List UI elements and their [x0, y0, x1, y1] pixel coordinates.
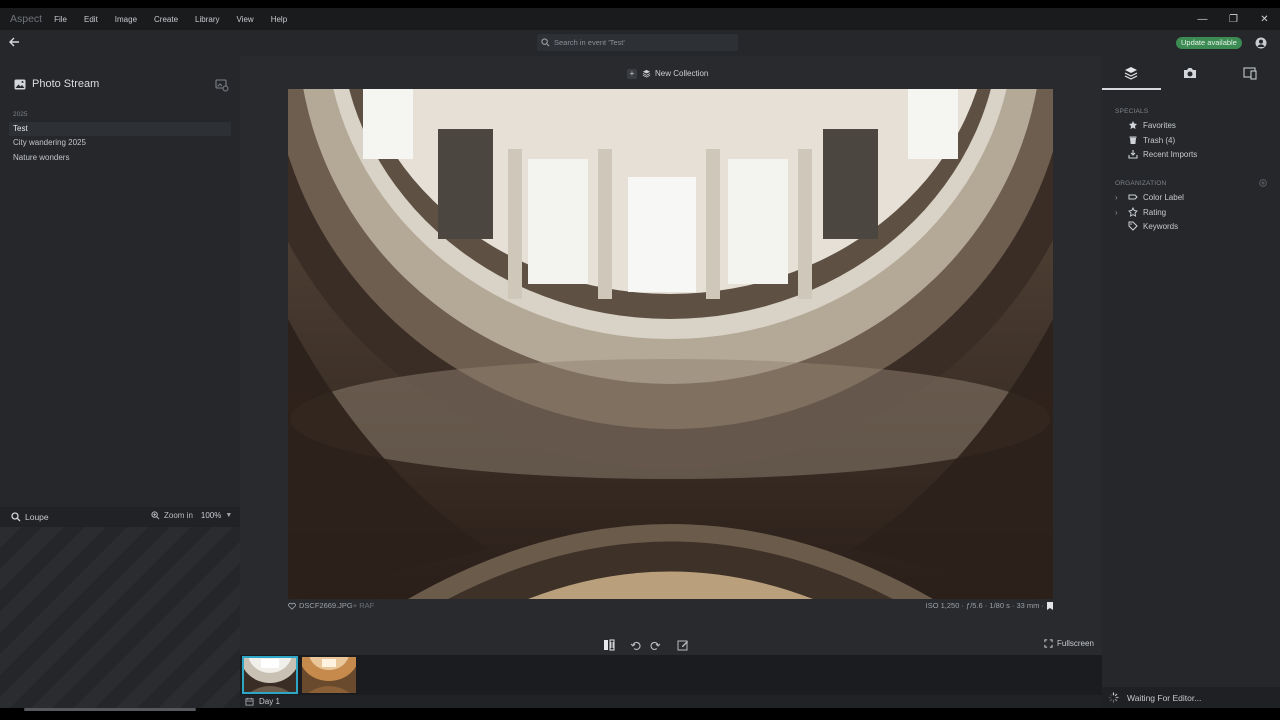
- rotate-left-icon[interactable]: [630, 639, 642, 651]
- recent-imports-item[interactable]: Recent Imports: [1128, 148, 1197, 160]
- restore-icon[interactable]: ❐: [1218, 8, 1249, 30]
- keywords-label: Keywords: [1143, 221, 1179, 231]
- file-name: DSCF2669.JPG: [299, 601, 353, 610]
- app-name: Aspect: [10, 13, 43, 25]
- menu-view[interactable]: View: [237, 15, 254, 24]
- organization-label: ORGANIZATION: [1115, 180, 1167, 187]
- color-label-item[interactable]: Color Label: [1128, 191, 1184, 203]
- trash-icon: [1129, 136, 1137, 144]
- right-panel-tabs: [1102, 56, 1280, 90]
- keywords-item[interactable]: Keywords: [1128, 220, 1178, 232]
- thumbnail-1[interactable]: [242, 656, 298, 694]
- menu-edit[interactable]: Edit: [84, 15, 98, 24]
- loupe-bar: Loupe Zoom in 100% ▼: [0, 507, 240, 527]
- viewer-controls: Fullscreen: [240, 634, 1102, 655]
- zoom-in-icon: [151, 511, 160, 520]
- photo-stream-title: Photo Stream: [32, 78, 100, 90]
- trash-label: Trash (4): [1143, 135, 1176, 145]
- rating-item[interactable]: Rating: [1128, 206, 1166, 218]
- plus-icon: +: [627, 68, 637, 79]
- search-icon: [541, 38, 550, 47]
- status-text: Waiting For Editor...: [1127, 692, 1202, 703]
- search-input[interactable]: [554, 38, 724, 47]
- new-collection-label: New Collection: [655, 69, 709, 78]
- menu-bar: File Edit Image Create Library View Help: [54, 15, 304, 24]
- horizontal-scrollbar[interactable]: [24, 708, 196, 711]
- fullscreen-label: Fullscreen: [1057, 639, 1094, 648]
- fullscreen-icon: [1044, 639, 1053, 648]
- recent-imports-label: Recent Imports: [1143, 149, 1198, 159]
- favorites-label: Favorites: [1143, 120, 1176, 130]
- collection-stack-icon: [642, 69, 651, 78]
- tag-icon: [1128, 221, 1138, 231]
- chevron-right-icon[interactable]: ›: [1115, 193, 1118, 202]
- close-icon[interactable]: ✕: [1249, 8, 1280, 30]
- photo-stream-icon: [14, 79, 26, 89]
- account-icon[interactable]: [1255, 37, 1267, 49]
- edit-icon[interactable]: [677, 639, 689, 651]
- menu-file[interactable]: File: [54, 15, 67, 24]
- loupe-icon: [11, 512, 21, 522]
- heart-icon[interactable]: [288, 602, 296, 610]
- window-controls: — ❐ ✕: [1187, 8, 1280, 30]
- chevron-right-icon[interactable]: ›: [1115, 208, 1118, 217]
- active-tab-indicator: [1102, 88, 1161, 90]
- color-label-icon: [1128, 194, 1138, 200]
- photo-stream-header[interactable]: Photo Stream: [14, 78, 99, 90]
- thumbnail-2[interactable]: [302, 657, 356, 693]
- menu-library[interactable]: Library: [195, 15, 219, 24]
- camera-icon[interactable]: [1182, 65, 1198, 81]
- menu-create[interactable]: Create: [154, 15, 178, 24]
- devices-icon[interactable]: [1242, 65, 1258, 81]
- day-label: Day 1: [259, 697, 280, 706]
- toolbar: Update available: [0, 30, 1280, 56]
- minimize-icon[interactable]: —: [1187, 8, 1218, 30]
- import-settings-icon[interactable]: [215, 78, 229, 92]
- fullscreen-button[interactable]: Fullscreen: [1044, 639, 1094, 648]
- loupe-preview: [0, 527, 240, 708]
- year-label: 2025: [13, 111, 28, 118]
- zoom-value: 100%: [200, 511, 222, 520]
- right-sidebar: SPECIALS Favorites Trash (4) Recent Impo…: [1102, 56, 1280, 708]
- update-available-button[interactable]: Update available: [1176, 37, 1242, 49]
- event-item-test[interactable]: Test: [9, 122, 231, 136]
- menu-help[interactable]: Help: [271, 15, 287, 24]
- back-arrow-icon[interactable]: [7, 35, 21, 49]
- zoom-label: Zoom in: [164, 511, 193, 520]
- rating-label: Rating: [1143, 207, 1167, 217]
- star-icon: [1128, 207, 1138, 217]
- zoom-control[interactable]: Zoom in 100% ▼: [151, 511, 232, 520]
- photo-info-row: DSCF2669.JPG + RAF ISO 1,250 · ƒ/5.6 · 1…: [288, 601, 1053, 611]
- left-sidebar: Photo Stream 2025 Test City wandering 20…: [0, 56, 240, 507]
- chevron-down-icon[interactable]: ▼: [225, 512, 232, 519]
- favorites-item[interactable]: Favorites: [1128, 119, 1176, 131]
- loupe-label: Loupe: [25, 512, 49, 522]
- flag-icon[interactable]: [1047, 601, 1053, 610]
- main-photo[interactable]: [288, 89, 1053, 599]
- file-info: DSCF2669.JPG + RAF: [288, 601, 374, 610]
- calendar-icon: [245, 697, 254, 706]
- compare-icon[interactable]: [603, 639, 615, 651]
- status-bar: Waiting For Editor...: [1102, 687, 1280, 708]
- import-icon: [1128, 150, 1138, 159]
- color-label-label: Color Label: [1143, 192, 1184, 202]
- menu-image[interactable]: Image: [115, 15, 137, 24]
- spinner-icon: [1108, 692, 1119, 703]
- favorites-icon: [1129, 121, 1137, 129]
- add-organization-icon[interactable]: [1259, 179, 1267, 187]
- title-bar: Aspect File Edit Image Create Library Vi…: [0, 8, 1280, 30]
- specials-label: SPECIALS: [1115, 108, 1149, 115]
- event-item-nature-wonders[interactable]: Nature wonders: [9, 151, 231, 165]
- search-box[interactable]: [537, 34, 738, 51]
- exif-text: ISO 1,250 · ƒ/5.6 · 1/80 s · 33 mm ·: [925, 601, 1044, 610]
- day-row: Day 1: [240, 695, 1102, 708]
- file-suffix: + RAF: [352, 601, 375, 610]
- exif-info: ISO 1,250 · ƒ/5.6 · 1/80 s · 33 mm ·: [926, 601, 1053, 610]
- rotate-right-icon[interactable]: [649, 639, 661, 651]
- event-item-city-wandering[interactable]: City wandering 2025: [9, 136, 231, 150]
- new-collection-button[interactable]: + New Collection: [627, 67, 708, 80]
- layers-icon[interactable]: [1123, 65, 1139, 81]
- trash-item[interactable]: Trash (4): [1128, 134, 1175, 146]
- filmstrip: [240, 655, 1102, 695]
